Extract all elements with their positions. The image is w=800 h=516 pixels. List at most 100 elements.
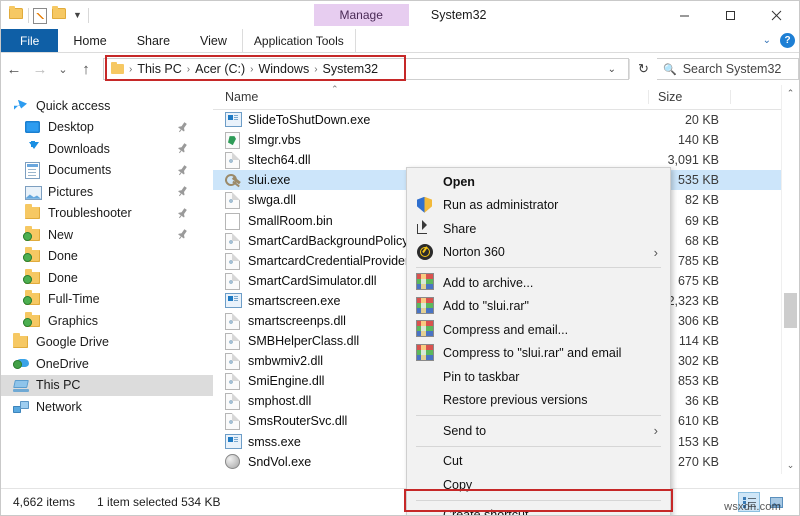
sidebar-item-troubleshooter[interactable]: Troubleshooter xyxy=(1,203,213,225)
sidebar-item-label: Pictures xyxy=(48,185,93,199)
pin-icon[interactable] xyxy=(176,142,190,156)
tab-file[interactable]: File xyxy=(1,29,58,52)
help-icon[interactable]: ? xyxy=(780,33,795,48)
refresh-icon[interactable]: ↻ xyxy=(630,61,657,77)
scrollbar-thumb[interactable] xyxy=(784,293,797,328)
up-arrow-icon[interactable]: ↑ xyxy=(73,53,99,85)
context-menu-item-label: Share xyxy=(443,222,476,236)
context-menu-item-norton-360[interactable]: Norton 360› xyxy=(407,241,670,265)
file-name: SmartcardCredentialProvider.dll xyxy=(248,254,424,268)
sidebar-item-done[interactable]: Done xyxy=(1,267,213,289)
sidebar-item-label: Downloads xyxy=(48,142,110,156)
pin-icon[interactable] xyxy=(176,228,190,242)
new-folder-icon[interactable] xyxy=(52,8,67,23)
sidebar-item-desktop[interactable]: Desktop xyxy=(1,117,213,139)
recent-locations-icon[interactable]: ⌄ xyxy=(53,53,73,85)
file-name: SmiEngine.dll xyxy=(248,374,324,388)
search-input[interactable]: 🔍 Search System32 xyxy=(657,58,799,80)
close-icon[interactable] xyxy=(753,1,799,29)
file-name-cell: sltech64.dll xyxy=(213,152,649,168)
vertical-scrollbar[interactable]: ⌃ ⌄ xyxy=(781,85,799,474)
sidebar-item-onedrive[interactable]: OneDrive xyxy=(1,353,213,375)
tab-view[interactable]: View xyxy=(185,29,242,52)
context-menu-item-compress-to-slui-rar-and-email[interactable]: Compress to "slui.rar" and email xyxy=(407,342,670,366)
no-icon xyxy=(417,368,434,385)
context-menu-item-copy[interactable]: Copy xyxy=(407,473,670,497)
chevron-right-icon: › xyxy=(654,423,658,438)
context-menu-item-create-shortcut[interactable]: Create shortcut xyxy=(407,504,670,516)
address-dropdown-icon[interactable]: ⌄ xyxy=(601,64,623,75)
context-menu-item-add-to-slui-rar[interactable]: Add to "slui.rar" xyxy=(407,295,670,319)
folder-sync-icon xyxy=(25,291,42,307)
onedrive-icon xyxy=(13,356,30,372)
sidebar-item-new[interactable]: New xyxy=(1,224,213,246)
sidebar-item-pictures[interactable]: Pictures xyxy=(1,181,213,203)
tab-home[interactable]: Home xyxy=(58,29,121,52)
breadcrumb-item-system32[interactable]: System32 xyxy=(320,62,382,76)
dll-icon xyxy=(225,273,241,289)
context-menu-item-pin-to-taskbar[interactable]: Pin to taskbar xyxy=(407,365,670,389)
context-menu-item-cut[interactable]: Cut xyxy=(407,450,670,474)
dll-icon xyxy=(225,313,241,329)
context-menu-item-send-to[interactable]: Send to› xyxy=(407,419,670,443)
sidebar-item-graphics[interactable]: Graphics xyxy=(1,310,213,332)
breadcrumb-separator: › xyxy=(312,64,319,75)
ribbon-tab-strip: File Home Share View Application Tools ⌄… xyxy=(1,29,799,52)
breadcrumb-item-acer-c[interactable]: Acer (C:) xyxy=(192,62,248,76)
dll-icon xyxy=(225,253,241,269)
forward-arrow-icon[interactable]: → xyxy=(27,53,53,85)
column-header-size[interactable]: Size xyxy=(648,90,730,104)
context-menu-item-run-as-administrator[interactable]: Run as administrator xyxy=(407,194,670,218)
key-icon xyxy=(225,172,241,188)
context-menu-item-label: Create shortcut xyxy=(443,508,528,516)
breadcrumb-item-this-pc[interactable]: This PC xyxy=(134,62,184,76)
pin-icon[interactable] xyxy=(176,120,190,134)
table-row[interactable]: slmgr.vbs140 KB xyxy=(213,130,799,150)
pin-icon[interactable] xyxy=(176,206,190,220)
sidebar-item-full-time[interactable]: Full-Time xyxy=(1,289,213,311)
breadcrumb-folder-icon xyxy=(111,64,124,74)
file-name: smphost.dll xyxy=(248,394,311,408)
sidebar-item-google-drive[interactable]: Google Drive xyxy=(1,332,213,354)
sidebar-item-downloads[interactable]: Downloads xyxy=(1,138,213,160)
customize-dropdown-icon[interactable]: ▼ xyxy=(71,11,84,20)
sidebar-item-network[interactable]: Network xyxy=(1,396,213,418)
folder-icon[interactable] xyxy=(9,8,24,23)
sidebar-item-quick-access[interactable]: Quick access xyxy=(1,95,213,117)
sidebar-item-label: Desktop xyxy=(48,120,94,134)
context-menu-item-add-to-archive[interactable]: Add to archive... xyxy=(407,271,670,295)
sidebar-item-this-pc[interactable]: This PC xyxy=(1,375,213,397)
tab-share[interactable]: Share xyxy=(122,29,185,52)
sidebar-item-done[interactable]: Done xyxy=(1,246,213,268)
file-name: slmgr.vbs xyxy=(248,133,301,147)
minimize-icon[interactable] xyxy=(661,1,707,29)
back-arrow-icon[interactable]: ← xyxy=(1,53,27,85)
chevron-down-icon[interactable]: ⌄ xyxy=(763,35,771,46)
scroll-down-icon[interactable]: ⌄ xyxy=(782,457,799,474)
context-menu-item-compress-and-email[interactable]: Compress and email... xyxy=(407,318,670,342)
pin-icon[interactable] xyxy=(176,163,190,177)
dll-icon xyxy=(225,152,241,168)
properties-icon[interactable] xyxy=(33,8,48,23)
share-icon xyxy=(417,220,434,237)
explorer-body: Quick access Desktop Downloads Documents Pic… xyxy=(1,85,799,474)
context-menu-item-restore-previous-versions[interactable]: Restore previous versions xyxy=(407,389,670,413)
breadcrumb-item-windows[interactable]: Windows xyxy=(255,62,312,76)
context-menu-item-share[interactable]: Share xyxy=(407,217,670,241)
column-header-name[interactable]: Name xyxy=(213,90,648,104)
window-controls xyxy=(661,1,799,29)
maximize-icon[interactable] xyxy=(707,1,753,29)
sidebar-item-label: Full-Time xyxy=(48,292,100,306)
context-menu-item-label: Norton 360 xyxy=(443,245,505,259)
sidebar-item-label: Network xyxy=(36,400,82,414)
table-row[interactable]: SlideToShutDown.exe20 KB xyxy=(213,110,799,130)
status-bar: 4,662 items 1 item selected 534 KB xyxy=(1,488,799,515)
tab-application-tools[interactable]: Application Tools xyxy=(242,29,356,52)
breadcrumb[interactable]: › This PC › Acer (C:) › Windows › System… xyxy=(103,58,629,80)
search-icon: 🔍 xyxy=(663,63,677,76)
sidebar-item-documents[interactable]: Documents xyxy=(1,160,213,182)
context-menu-item-open[interactable]: Open xyxy=(407,170,670,194)
manage-contextual-tab[interactable]: Manage xyxy=(314,4,409,26)
scroll-up-icon[interactable]: ⌃ xyxy=(782,85,799,102)
pin-icon[interactable] xyxy=(176,185,190,199)
